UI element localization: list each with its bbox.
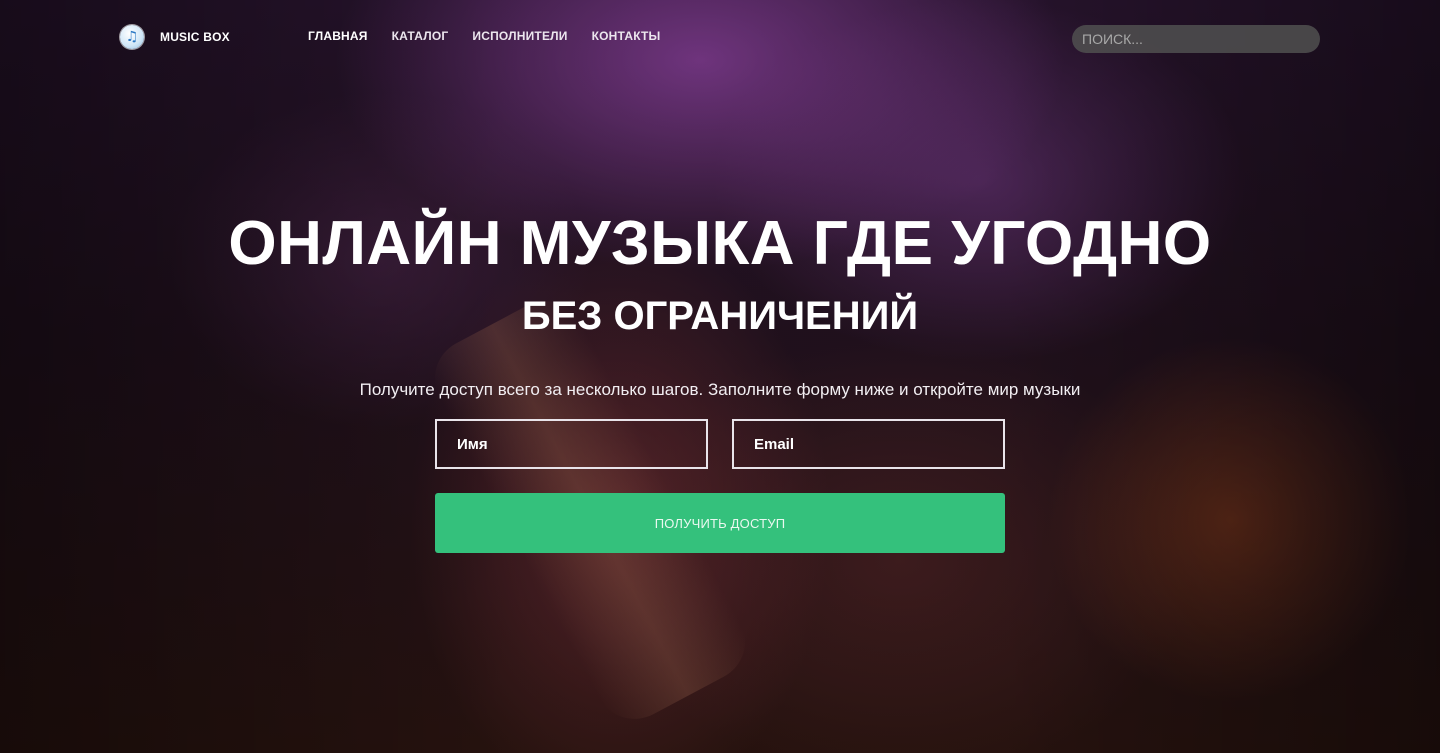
get-access-button[interactable]: ПОЛУЧИТЬ ДОСТУП: [435, 493, 1005, 553]
site-header: ♫ MUSIC BOX ГЛАВНАЯ КАТАЛОГ ИСПОЛНИТЕЛИ …: [0, 0, 1440, 76]
nav-item-home[interactable]: ГЛАВНАЯ: [308, 29, 368, 43]
nav-item-artists[interactable]: ИСПОЛНИТЕЛИ: [472, 29, 567, 43]
brand-name: MUSIC BOX: [160, 30, 230, 44]
name-field[interactable]: [435, 419, 708, 469]
main-nav: ГЛАВНАЯ КАТАЛОГ ИСПОЛНИТЕЛИ КОНТАКТЫ: [308, 29, 661, 43]
hero-description: Получите доступ всего за несколько шагов…: [359, 380, 1081, 399]
email-field[interactable]: [732, 419, 1005, 469]
logo[interactable]: ♫ MUSIC BOX: [120, 25, 230, 49]
music-note-icon: ♫: [120, 25, 144, 49]
hero-title: ОНЛАЙН МУЗЫКА ГДЕ УГОДНО: [228, 209, 1212, 278]
nav-item-contacts[interactable]: КОНТАКТЫ: [592, 29, 661, 43]
search-input[interactable]: [1072, 25, 1320, 53]
hero-subtitle: БЕЗ ОГРАНИЧЕНИЙ: [521, 294, 919, 338]
nav-item-catalog[interactable]: КАТАЛОГ: [392, 29, 449, 43]
